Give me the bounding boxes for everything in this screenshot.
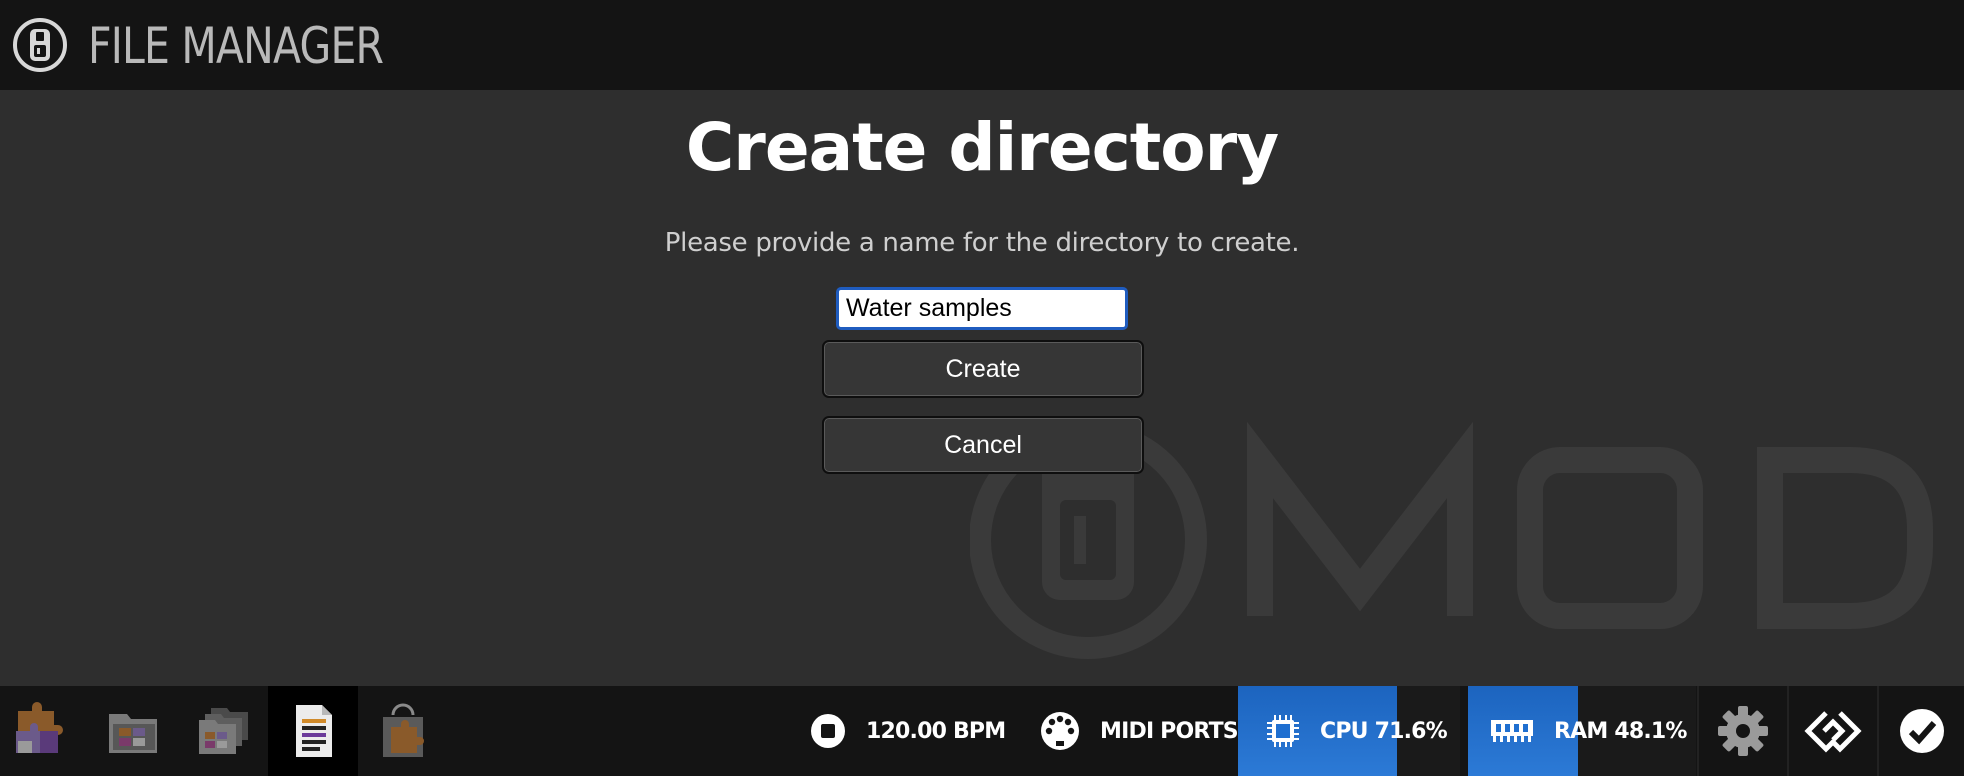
cpu-chip-icon <box>1266 714 1300 748</box>
transport-status[interactable]: 120.00 BPM <box>810 686 1006 776</box>
plugin-store-bag-icon[interactable] <box>360 686 446 776</box>
directory-name-input[interactable] <box>836 287 1128 330</box>
app-title: FILE MANAGER <box>88 17 384 75</box>
top-bar: FILE MANAGER <box>0 0 1964 90</box>
check-status-icon[interactable] <box>1879 686 1964 776</box>
bpm-label: 120.00 BPM <box>866 718 1006 744</box>
banks-stack-icon[interactable] <box>180 686 266 776</box>
create-button[interactable]: Create <box>822 340 1144 398</box>
stop-icon <box>810 713 846 749</box>
pedalboard-puzzle-icon[interactable] <box>0 686 80 776</box>
dialog-title: Create directory <box>685 109 1279 186</box>
cloud-link-icon[interactable] <box>1789 686 1877 776</box>
mod-logo-icon <box>13 18 67 72</box>
bank-folder-icon[interactable] <box>90 686 176 776</box>
dialog-description: Please provide a name for the directory … <box>664 228 1300 258</box>
cpu-label: CPU 71.6% <box>1320 718 1448 744</box>
cpu-status: CPU 71.6% <box>1266 686 1448 776</box>
midi-port-icon <box>1040 711 1080 751</box>
ram-status: RAM 48.1% <box>1490 686 1687 776</box>
ram-module-icon <box>1490 716 1534 746</box>
bottom-bar: 120.00 BPM MIDI PORTS CPU 71.6% RAM 48.1… <box>0 686 1964 776</box>
cancel-button[interactable]: Cancel <box>822 416 1144 474</box>
midi-ports-status[interactable]: MIDI PORTS <box>1040 686 1239 776</box>
settings-gear-icon[interactable] <box>1699 686 1787 776</box>
midi-ports-label: MIDI PORTS <box>1100 718 1239 744</box>
ram-label: RAM 48.1% <box>1554 718 1687 744</box>
file-manager-icon[interactable] <box>268 686 358 776</box>
